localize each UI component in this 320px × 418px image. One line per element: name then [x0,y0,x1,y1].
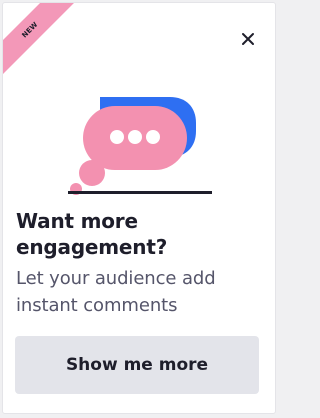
new-badge-label: NEW [20,20,40,40]
chat-bubbles-icon [68,97,212,195]
promo-title: Want more engagement? [16,209,168,259]
promo-description: Let your audience add instant comments [16,268,216,316]
new-badge: NEW [3,3,81,81]
show-me-more-button[interactable]: Show me more [15,336,259,394]
promo-card: NEW Want more engagement? Let your audie… [2,2,276,414]
show-me-more-label: Show me more [65,355,209,375]
close-button[interactable] [240,31,256,47]
close-icon [242,33,254,45]
